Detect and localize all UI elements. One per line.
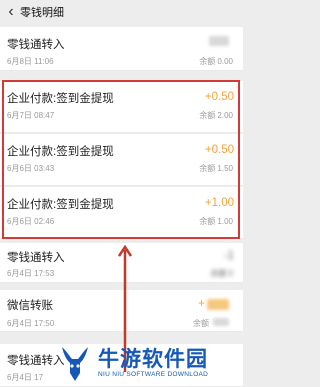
transaction-name: 企业付款:签到金提现 xyxy=(7,199,114,211)
list-item[interactable]: 企业付款:签到金提现 6月6日 02:46 +1.00 余额 1.00 xyxy=(0,187,243,239)
redacted-amount xyxy=(209,36,229,46)
transaction-amount: + xyxy=(198,298,205,310)
transaction-name: 零钱通转入 xyxy=(7,252,65,264)
transaction-name: 企业付款:签到金提现 xyxy=(7,93,114,105)
balance-text: 余额 0.00 xyxy=(199,57,233,66)
transaction-amount: -1 xyxy=(223,250,234,262)
transaction-amount: +1.00 xyxy=(204,197,234,209)
list-item[interactable]: 企业付款:签到金提现 6月6日 03:43 +0.50 余额 1.50 xyxy=(0,134,243,186)
transaction-date: 6月4日 17:53 xyxy=(7,269,55,278)
balance-text: 余额 1.50 xyxy=(199,164,233,173)
page-title: 零钱明细 xyxy=(20,7,64,19)
transaction-date: 6月8日 11:06 xyxy=(7,57,54,66)
transaction-date: 6月6日 03:43 xyxy=(7,164,55,173)
transaction-name: 零钱通转入 xyxy=(7,39,65,51)
balance-text: 余额 xyxy=(193,319,209,328)
redacted-balance xyxy=(213,318,229,326)
redacted-amount xyxy=(207,299,229,310)
transaction-date: 6月6日 02:46 xyxy=(7,217,55,226)
transaction-amount: +0.50 xyxy=(204,91,234,103)
transaction-name: 微信转账 xyxy=(7,300,53,312)
transaction-name: 企业付款:签到金提现 xyxy=(7,146,114,158)
balance-text: 余额 0 xyxy=(210,269,233,278)
transaction-date: 6月7日 08:47 xyxy=(7,111,55,120)
transaction-date: 6月4日 17 xyxy=(7,373,44,382)
watermark: 牛游软件园 NIU NIU SOFTWARE DOWNLOAD xyxy=(58,339,243,387)
balance-text: 余额 1.00 xyxy=(199,217,233,226)
watermark-subtitle: NIU NIU SOFTWARE DOWNLOAD xyxy=(98,371,209,378)
transaction-name: 零钱通转入 xyxy=(7,355,65,367)
list-item[interactable]: 零钱通转入 6月8日 11:06 余额 0.00 xyxy=(0,27,243,71)
list-item[interactable]: 企业付款:签到金提现 6月7日 08:47 +0.50 余额 2.00 xyxy=(0,81,243,133)
balance-text: 余额 2.00 xyxy=(199,111,233,120)
chevron-left-icon[interactable]: ‹ xyxy=(2,0,20,24)
transaction-date: 6月4日 17:50 xyxy=(7,319,55,328)
transaction-amount: +0.50 xyxy=(204,144,234,156)
bull-logo-icon xyxy=(62,347,88,381)
top-bar: ‹ 零钱明细 xyxy=(0,0,243,24)
watermark-title: 牛游软件园 xyxy=(98,348,208,371)
